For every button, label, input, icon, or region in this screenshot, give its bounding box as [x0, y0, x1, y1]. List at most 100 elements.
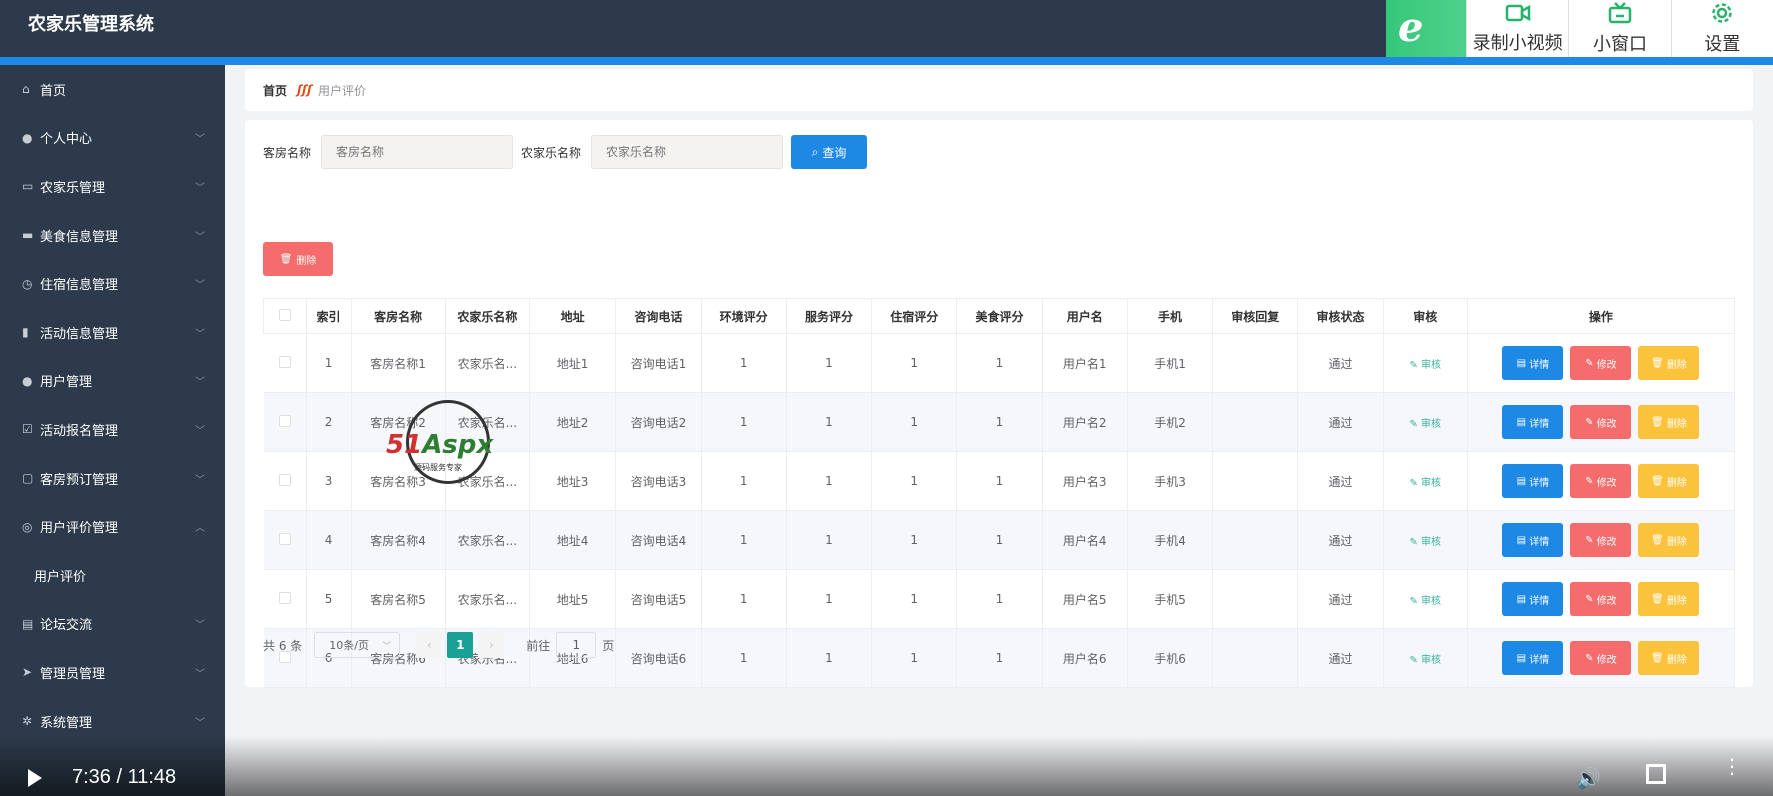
audit-link[interactable]: ✎ 审核 — [1409, 537, 1441, 548]
row-checkbox[interactable] — [278, 414, 291, 427]
column-header: 服务评分 — [785, 298, 873, 334]
row-checkbox[interactable] — [278, 591, 291, 604]
sidebar-item-activity-management[interactable]: ▮ 活动信息管理 ﹀ — [0, 308, 225, 357]
delete-button[interactable]: 🗑 删除 — [1638, 641, 1700, 675]
detail-button[interactable]: ▤ 详情 — [1502, 523, 1564, 557]
breadcrumb-separator-icon: ʃʃʃ — [297, 83, 312, 97]
room-name-label: 客房名称 — [263, 145, 312, 160]
audit-link[interactable]: ✎ 审核 — [1409, 360, 1441, 371]
prev-page-button[interactable]: ‹ — [416, 632, 443, 658]
sidebar-item-forum[interactable]: ▤ 论坛交流 ﹀ — [0, 600, 225, 649]
cell-actions: ▤ 详情 ✎ 修改 🗑 删除 — [1467, 451, 1736, 511]
settings-icon: ✲ — [22, 714, 33, 729]
volume-icon[interactable]: 🔊 — [1576, 766, 1601, 790]
cell-room: 客房名称1 — [351, 333, 446, 393]
record-video-button[interactable]: 录制小视频 — [1466, 0, 1568, 57]
page-number-current[interactable]: 1 — [447, 632, 474, 658]
more-options-icon[interactable]: ⋮ — [1722, 756, 1742, 776]
delete-button[interactable]: 🗑 删除 — [1638, 582, 1700, 616]
column-header: 住宿评分 — [871, 298, 958, 334]
delete-button[interactable]: 🗑 删除 — [1638, 523, 1700, 557]
page-size-select[interactable]: 10条/页 ﹀ — [314, 632, 401, 658]
watermark-logo: 51Aspx 源码服务专家 — [386, 400, 506, 492]
row-checkbox[interactable] — [278, 532, 291, 545]
message-icon: ▢ — [22, 471, 34, 486]
sidebar-item-user-management[interactable]: ● 用户管理 ﹀ — [0, 357, 225, 406]
detail-button[interactable]: ▤ 详情 — [1502, 582, 1564, 616]
fullscreen-icon[interactable] — [1646, 764, 1666, 784]
table-row: 1 客房名称1 农家乐名... 地址1 咨询电话1 1 1 1 1 用户名1 手机1 通过 ✎ 审核 ▤ … — [263, 333, 1736, 393]
cell-audit: ✎ 审核 — [1383, 510, 1468, 570]
sidebar-item-admin-management[interactable]: ➤ 管理员管理 ﹀ — [0, 648, 225, 697]
delete-button[interactable]: 🗑 删除 — [1638, 346, 1700, 380]
audit-link[interactable]: ✎ 审核 — [1409, 478, 1441, 489]
sidebar-item-label: 用户评价管理 — [40, 521, 119, 537]
delete-button[interactable]: 🗑 删除 — [1638, 464, 1700, 498]
edit-button[interactable]: ✎ 修改 — [1570, 641, 1632, 675]
sidebar-item-activity-signup[interactable]: ☑ 活动报名管理 ﹀ — [0, 405, 225, 454]
search-button[interactable]: ⌕ 查询 — [791, 135, 868, 169]
goto-page-input[interactable]: 1 — [556, 632, 597, 658]
video-controls: 7:36 / 11:48 🔊 ⋮ — [0, 736, 1773, 796]
play-icon[interactable] — [28, 769, 42, 787]
row-select-cell[interactable] — [263, 569, 307, 629]
next-page-button[interactable]: › — [478, 632, 505, 658]
edit-button[interactable]: ✎ 修改 — [1570, 582, 1632, 616]
sidebar-item-user-reviews[interactable]: 用户评价 — [0, 551, 225, 600]
globe-icon: ◎ — [22, 519, 33, 534]
home-icon: ⌂ — [22, 82, 30, 97]
cell-food: 1 — [956, 451, 1043, 511]
edit-button[interactable]: ✎ 修改 — [1570, 346, 1632, 380]
audit-link[interactable]: ✎ 审核 — [1409, 596, 1441, 607]
edit-button[interactable]: ✎ 修改 — [1570, 464, 1632, 498]
cell-farm: 农家乐名... — [445, 510, 530, 570]
row-select-cell[interactable] — [263, 451, 307, 511]
row-select-cell[interactable] — [263, 510, 307, 570]
table-header-row: 索引 客房名称 农家乐名称 地址 咨询电话 环境评分 服务评分 住宿评分 美食评… — [263, 298, 1736, 334]
edit-button[interactable]: ✎ 修改 — [1570, 405, 1632, 439]
select-all-checkbox[interactable] — [278, 308, 291, 321]
recorder-logo-icon: e — [1386, 0, 1466, 57]
batch-delete-button[interactable]: 🗑 删除 — [263, 242, 333, 276]
sidebar-item-personal-center[interactable]: ● 个人中心 ﹀ — [0, 114, 225, 163]
cell-env: 1 — [701, 628, 787, 688]
delete-button[interactable]: 🗑 删除 — [1638, 405, 1700, 439]
sidebar-item-food-management[interactable]: ▬ 美食信息管理 ﹀ — [0, 211, 225, 260]
column-header: 咨询电话 — [615, 298, 702, 334]
sidebar-item-home[interactable]: ⌂ 首页 — [0, 65, 225, 114]
column-header: 审核回复 — [1212, 298, 1299, 334]
settings-button[interactable]: 设置 — [1670, 0, 1773, 57]
search-icon: ⌕ — [811, 144, 819, 159]
chevron-down-icon: ﹀ — [382, 641, 392, 652]
edit-button[interactable]: ✎ 修改 — [1570, 523, 1632, 557]
select-all-cell[interactable] — [263, 298, 307, 334]
row-checkbox[interactable] — [278, 355, 291, 368]
tv-icon — [1608, 1, 1632, 28]
detail-button[interactable]: ▤ 详情 — [1502, 641, 1564, 675]
row-select-cell[interactable] — [263, 333, 307, 393]
cell-audit: ✎ 审核 — [1383, 628, 1468, 688]
cell-farm: 农家乐名... — [445, 333, 530, 393]
record-video-label: 录制小视频 — [1472, 32, 1563, 54]
detail-button[interactable]: ▤ 详情 — [1502, 464, 1564, 498]
cell-mobile: 手机4 — [1127, 510, 1214, 570]
row-select-cell[interactable] — [263, 392, 307, 452]
chevron-down-icon: ﹀ — [195, 425, 205, 437]
row-checkbox[interactable] — [278, 473, 291, 486]
sidebar-item-farm-management[interactable]: ▭ 农家乐管理 ﹀ — [0, 162, 225, 211]
gear-icon — [1711, 2, 1733, 28]
audit-link[interactable]: ✎ 审核 — [1409, 655, 1441, 666]
farm-name-input[interactable] — [591, 135, 784, 169]
cell-lodging: 1 — [871, 628, 958, 688]
sidebar-item-lodging-management[interactable]: ◷ 住宿信息管理 ﹀ — [0, 259, 225, 308]
watermark-tagline: 源码服务专家 — [414, 463, 462, 472]
detail-button[interactable]: ▤ 详情 — [1502, 405, 1564, 439]
settings-label: 设置 — [1704, 33, 1741, 55]
breadcrumb-home[interactable]: 首页 — [263, 82, 287, 99]
mini-window-button[interactable]: 小窗口 — [1568, 0, 1670, 57]
room-name-input[interactable] — [321, 135, 514, 169]
detail-button[interactable]: ▤ 详情 — [1502, 346, 1564, 380]
sidebar-item-review-management[interactable]: ◎ 用户评价管理 ︿ — [0, 502, 225, 551]
audit-link[interactable]: ✎ 审核 — [1409, 419, 1441, 430]
sidebar-item-room-booking[interactable]: ▢ 客房预订管理 ﹀ — [0, 454, 225, 503]
